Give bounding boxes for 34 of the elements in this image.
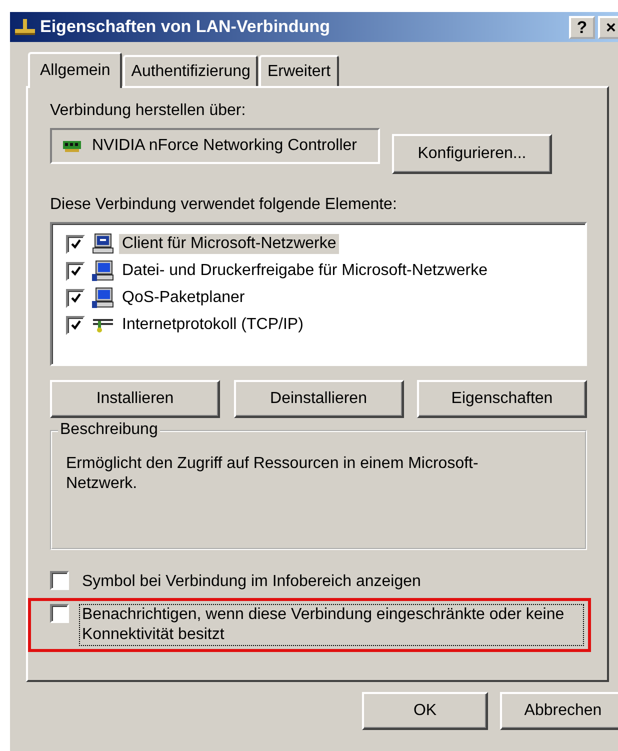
list-item[interactable]: Datei- und Druckerfreigabe für Microsoft-Netzwerke xyxy=(119,261,490,281)
action-button[interactable]: Deinstallieren xyxy=(234,380,404,418)
checkbox-label[interactable]: Benachrichtigen, wenn diese Verbindung eingeschränkte oder keine Konnektivität besitzt xyxy=(79,604,584,646)
list-item[interactable]: Internetprotokoll (TCP/IP) xyxy=(119,315,306,335)
computer-icon xyxy=(92,287,114,309)
close-button[interactable]: × xyxy=(598,16,618,38)
computer-icon xyxy=(92,233,114,255)
tab[interactable]: Erweitert xyxy=(259,55,339,86)
network-icon xyxy=(14,17,36,37)
window-title: Eigenschaften von LAN-Verbindung xyxy=(40,17,331,37)
computer-icon xyxy=(92,260,114,282)
adapter-name: NVIDIA nForce Networking Controller xyxy=(92,137,357,155)
configure-button[interactable]: Konfigurieren... xyxy=(392,134,552,174)
network-card-icon xyxy=(62,139,82,153)
list-item[interactable]: Client für Microsoft-Netzwerke xyxy=(119,234,340,254)
description-text: Ermöglicht den Zugriff auf Ressourcen in einem Microsoft-Netzwerk. xyxy=(66,454,480,494)
check-icon xyxy=(70,319,82,331)
check-icon xyxy=(70,238,82,250)
check-icon xyxy=(70,292,82,304)
label: Verbindung herstellen über: xyxy=(50,102,247,120)
checkbox[interactable] xyxy=(50,604,69,623)
checkbox[interactable] xyxy=(50,571,69,590)
list-item[interactable]: QoS-Paketplaner xyxy=(119,288,248,308)
checkbox-label[interactable]: Symbol bei Verbindung im Infobereich anzeigen xyxy=(79,571,424,593)
label: Diese Verbindung verwendet folgende Elemente: xyxy=(50,196,398,214)
tab[interactable]: Authentifizierung xyxy=(123,55,258,86)
help-button[interactable]: ? xyxy=(569,16,595,38)
group-legend: Beschreibung xyxy=(58,421,160,439)
dialog-button[interactable]: Abbrechen xyxy=(500,692,618,730)
tab[interactable]: Allgemein xyxy=(28,52,122,88)
check-icon xyxy=(70,265,82,277)
dialog-button[interactable]: OK xyxy=(362,692,488,730)
action-button[interactable]: Eigenschaften xyxy=(417,380,587,418)
action-button[interactable]: Installieren xyxy=(50,380,220,418)
